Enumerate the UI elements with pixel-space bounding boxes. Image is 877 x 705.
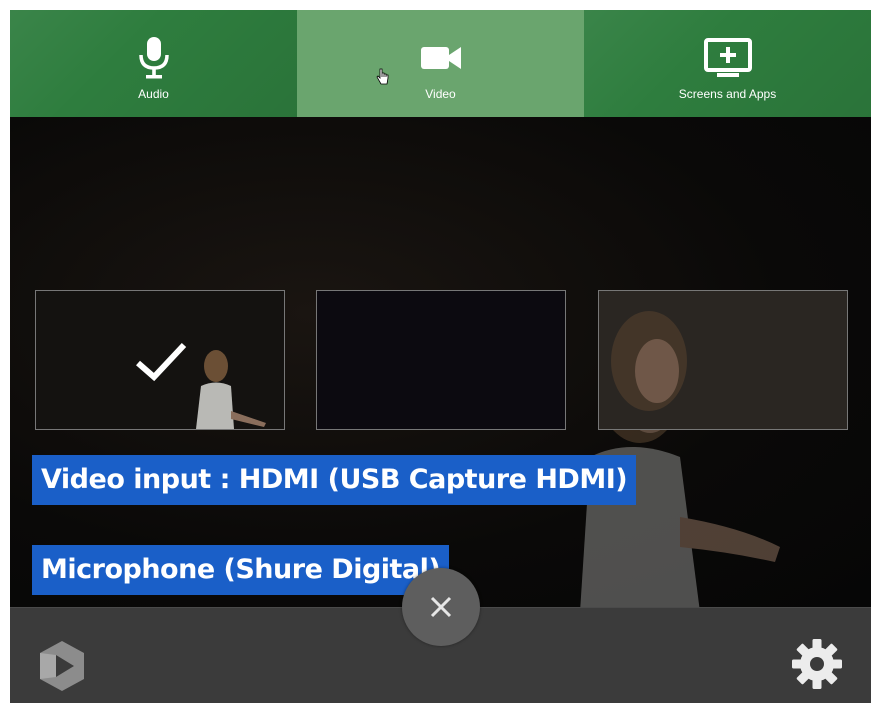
camera-preview: Video input : HDMI (USB Capture HDMI) Mi… bbox=[10, 117, 871, 612]
video-camera-icon bbox=[419, 35, 463, 81]
tab-audio[interactable]: Audio bbox=[10, 10, 297, 117]
video-source-panel: Audio Video Screens and Apps Video input… bbox=[10, 10, 871, 703]
video-input-caption: Video input : HDMI (USB Capture HDMI) bbox=[32, 455, 637, 505]
camera-thumbnail-3[interactable] bbox=[598, 290, 848, 430]
camera-thumbnail-1[interactable] bbox=[35, 290, 285, 430]
selected-check-icon bbox=[134, 341, 188, 388]
app-logo-icon bbox=[34, 638, 90, 699]
tab-video[interactable]: Video bbox=[297, 10, 584, 117]
settings-gear-icon[interactable] bbox=[790, 637, 844, 696]
tab-screens-label: Screens and Apps bbox=[678, 86, 777, 101]
close-icon bbox=[430, 596, 452, 618]
microphone-caption: Microphone (Shure Digital) bbox=[32, 545, 450, 595]
close-button[interactable] bbox=[402, 568, 480, 646]
microphone-icon bbox=[136, 35, 172, 81]
hand-pointer-icon bbox=[376, 68, 390, 91]
source-tabs: Audio Video Screens and Apps bbox=[10, 10, 871, 117]
camera-thumbnail-2[interactable] bbox=[316, 290, 566, 430]
screen-add-icon bbox=[703, 35, 753, 81]
tab-screens-and-apps[interactable]: Screens and Apps bbox=[584, 10, 871, 117]
tab-audio-label: Audio bbox=[138, 86, 169, 101]
tab-video-label: Video bbox=[425, 86, 456, 101]
